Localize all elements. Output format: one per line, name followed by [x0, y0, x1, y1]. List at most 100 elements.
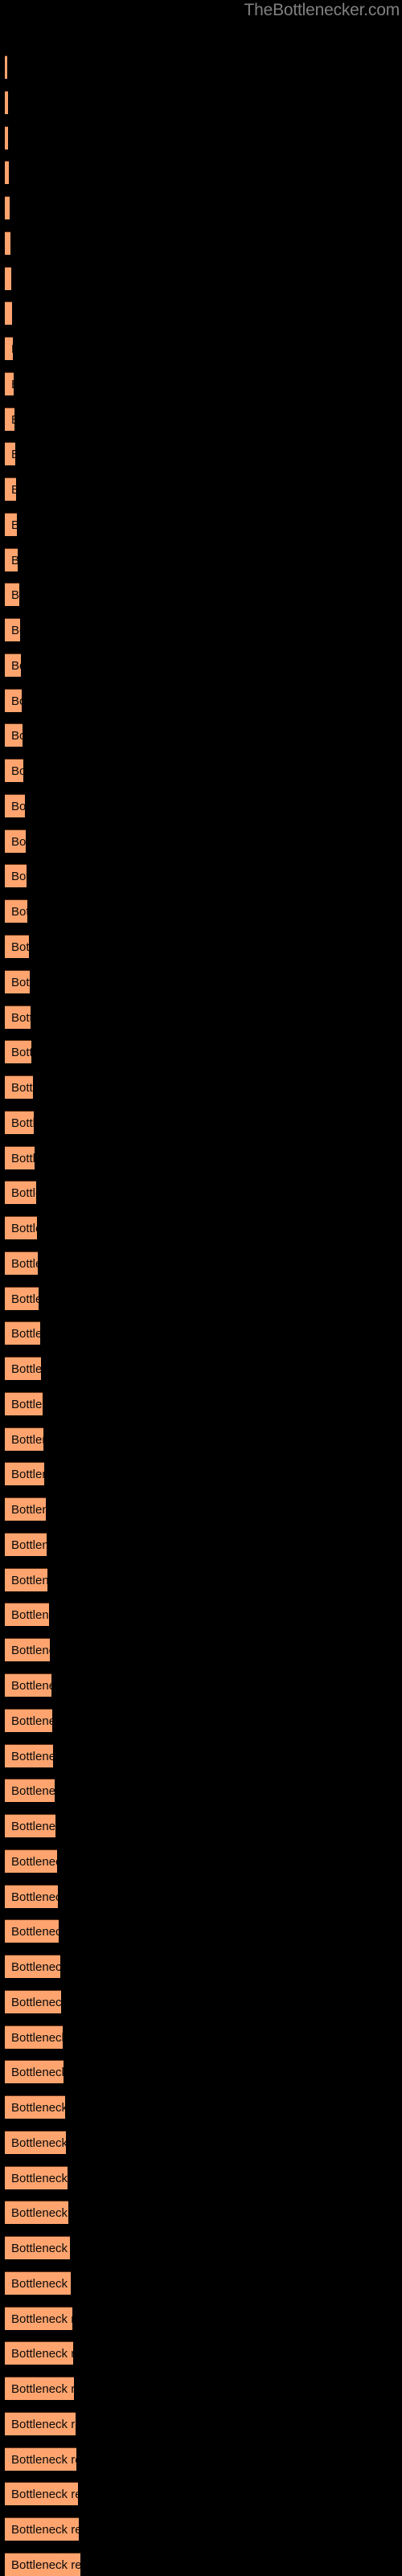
bar-value-label: Bottleneck result	[11, 2242, 70, 2255]
bar-value-label: Bottleneck result	[11, 2453, 76, 2467]
bar[interactable]: Bottleneck result	[5, 1990, 61, 2013]
bar-value-label: Bottleneck result	[11, 1468, 44, 1481]
bar-value-label: Bottleneck result	[11, 1750, 53, 1763]
bar[interactable]: Bottleneck result	[5, 1955, 60, 1978]
bar-value-label: Bottleneck result	[11, 2031, 63, 2045]
bar[interactable]: Bottleneck result	[5, 1568, 47, 1591]
bar-value-label: Bottleneck result	[11, 1046, 31, 1059]
bar[interactable]: Bottleneck result	[5, 689, 22, 712]
bar-value-label: Bottleneck result	[11, 870, 27, 883]
bar[interactable]: Bottleneck result	[5, 126, 8, 149]
bar-value-label: Bottleneck result	[11, 2136, 66, 2150]
bar[interactable]: Bottleneck result	[5, 653, 21, 677]
bar[interactable]: Bottleneck result	[5, 2553, 80, 2576]
bar[interactable]: Bottleneck result	[5, 2025, 63, 2049]
bar-value-label: Bottleneck result	[11, 1398, 43, 1411]
bar-value-label: Bottleneck result	[11, 1996, 61, 2009]
bar[interactable]: Bottleneck result	[5, 1779, 55, 1802]
bar-value-label: Bottleneck result	[11, 2382, 74, 2396]
bar[interactable]: Bottleneck result	[5, 935, 29, 958]
bar[interactable]: Bottleneck result	[5, 1497, 46, 1521]
bar[interactable]: Bottleneck result	[5, 1744, 53, 1767]
bar[interactable]: Bottleneck result	[5, 161, 9, 184]
bar[interactable]: Bottleneck result	[5, 759, 23, 782]
bar[interactable]: Bottleneck result	[5, 1638, 50, 1661]
bar-value-label: Bottleneck result	[11, 1960, 60, 1974]
bar[interactable]: Bottleneck result	[5, 372, 14, 395]
bar-value-label: Bottleneck result	[11, 2488, 78, 2501]
bar-value-label: Bottleneck result	[11, 2172, 68, 2185]
bar[interactable]: Bottleneck result	[5, 1075, 33, 1099]
bar-value-label: Bottleneck result	[11, 408, 14, 431]
bar[interactable]: Bottleneck result	[5, 1462, 44, 1485]
bar[interactable]: Bottleneck result	[5, 2447, 76, 2471]
bar[interactable]: Bottleneck result	[5, 2482, 78, 2505]
bar[interactable]: Bottleneck result	[5, 1392, 43, 1415]
bar-value-label: Bottleneck result	[11, 1327, 40, 1341]
bar[interactable]: Bottleneck result	[5, 1111, 34, 1134]
bar[interactable]: Bottleneck result	[5, 91, 8, 114]
bar-value-label: Bottleneck result	[11, 1362, 41, 1376]
bar[interactable]: Bottleneck result	[5, 1251, 38, 1275]
bar[interactable]: Bottleneck result	[5, 301, 12, 325]
bar[interactable]: Bottleneck result	[5, 618, 20, 641]
bar[interactable]: Bottleneck result	[5, 2307, 72, 2330]
bar[interactable]: Bottleneck result	[5, 1709, 52, 1732]
bar[interactable]: Bottleneck result	[5, 1146, 35, 1169]
bar[interactable]: Bottleneck result	[5, 55, 7, 79]
bar[interactable]: Bottleneck result	[5, 1919, 59, 1943]
bar[interactable]: Bottleneck result	[5, 513, 17, 536]
bar[interactable]: Bottleneck result	[5, 1216, 37, 1239]
bar[interactable]: Bottleneck result	[5, 1427, 43, 1451]
bar[interactable]: Bottleneck result	[5, 1040, 31, 1063]
bar[interactable]: Bottleneck result	[5, 2060, 64, 2083]
bar[interactable]: Bottleneck result	[5, 548, 18, 571]
bar[interactable]: Bottleneck result	[5, 1005, 31, 1029]
bar[interactable]: Bottleneck result	[5, 794, 25, 817]
bar[interactable]: Bottleneck result	[5, 1673, 51, 1697]
bar[interactable]: Bottleneck result	[5, 1849, 57, 1873]
bar[interactable]: Bottleneck result	[5, 2236, 70, 2259]
bar[interactable]: Bottleneck result	[5, 1814, 55, 1837]
bar-value-label: Bottleneck result	[11, 1186, 36, 1200]
bar-value-label: Bottleneck result	[11, 302, 12, 325]
bar[interactable]: Bottleneck result	[5, 2412, 76, 2435]
bar[interactable]: Bottleneck result	[5, 337, 13, 360]
bar-value-label: Bottleneck result	[11, 1890, 58, 1904]
bar[interactable]: Bottleneck result	[5, 1603, 49, 1626]
bar[interactable]: Bottleneck result	[5, 267, 11, 290]
bar[interactable]: Bottleneck result	[5, 2095, 65, 2119]
bar[interactable]: Bottleneck result	[5, 2377, 74, 2400]
bar[interactable]: Bottleneck result	[5, 442, 15, 465]
bar-value-label: Bottleneck result	[11, 1855, 57, 1869]
bar[interactable]: Bottleneck result	[5, 970, 30, 993]
bar[interactable]: Bottleneck result	[5, 477, 16, 501]
bar[interactable]: Bottleneck result	[5, 723, 23, 747]
bar[interactable]: Bottleneck result	[5, 1287, 39, 1310]
bar-value-label: Bottleneck result	[11, 373, 14, 395]
bar[interactable]: Bottleneck result	[5, 1885, 58, 1908]
bar[interactable]: Bottleneck result	[5, 2271, 71, 2295]
bar[interactable]: Bottleneck result	[5, 407, 14, 431]
bar[interactable]: Bottleneck result	[5, 1181, 36, 1204]
bar[interactable]: Bottleneck result	[5, 231, 10, 255]
bar[interactable]: Bottleneck result	[5, 1357, 41, 1380]
bar-value-label: Bottleneck result	[11, 624, 20, 637]
bar[interactable]: Bottleneck result	[5, 899, 27, 923]
bar[interactable]: Bottleneck result	[5, 2341, 73, 2365]
bar[interactable]: Bottleneck result	[5, 864, 27, 887]
bar-value-label: Bottleneck result	[11, 514, 17, 536]
bar[interactable]: Bottleneck result	[5, 2517, 79, 2541]
bar[interactable]: Bottleneck result	[5, 583, 19, 606]
bar-value-label: Bottleneck result	[11, 2101, 65, 2115]
bar-value-label: Bottleneck result	[11, 1011, 31, 1025]
bar[interactable]: Bottleneck result	[5, 1321, 40, 1345]
bar[interactable]: Bottleneck result	[5, 829, 26, 853]
bar[interactable]: Bottleneck result	[5, 2131, 66, 2154]
bar-value-label: Bottleneck result	[11, 2558, 80, 2572]
bar-value-label: Bottleneck result	[11, 443, 15, 465]
bar[interactable]: Bottleneck result	[5, 1533, 47, 1556]
bar[interactable]: Bottleneck result	[5, 196, 10, 219]
bar[interactable]: Bottleneck result	[5, 2201, 68, 2224]
bar[interactable]: Bottleneck result	[5, 2166, 68, 2189]
